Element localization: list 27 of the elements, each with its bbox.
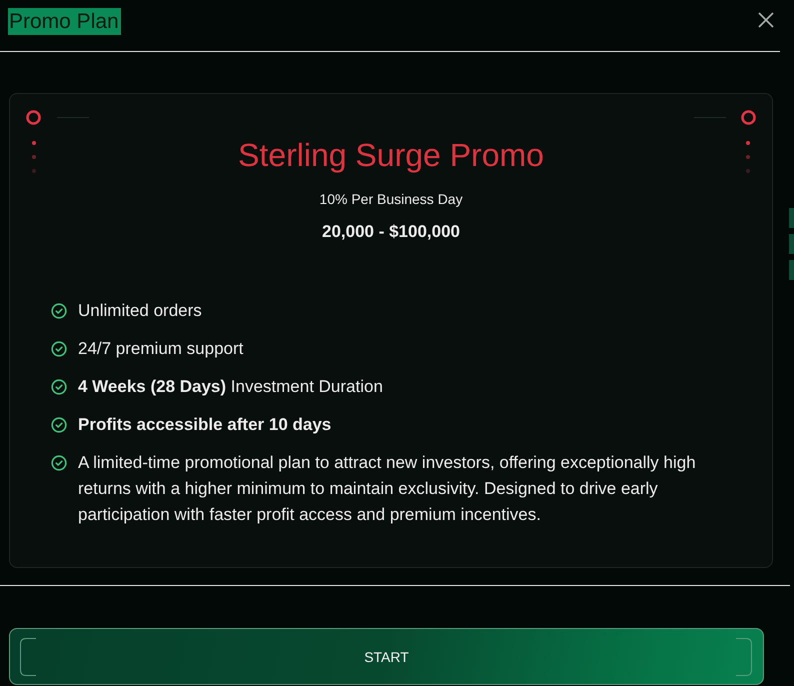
check-circle-icon <box>51 417 67 433</box>
feature-text: A limited-time promotional plan to attract new investors, offering exceptionally high returns with a higher minimum to maintain exclusivity. Designed to drive early participation with faster profit access and premium incentives. <box>78 452 697 526</box>
feature-text: 4 Weeks (28 Days) Investment Duration <box>78 376 383 398</box>
check-circle-icon <box>51 303 67 319</box>
plan-range: 20,000 - $100,000 <box>322 222 460 242</box>
dot-icon <box>32 141 36 145</box>
check-circle-icon <box>51 341 67 357</box>
start-button[interactable]: START <box>9 628 764 685</box>
feature-text: Unlimited orders <box>78 300 202 322</box>
ring-icon <box>741 110 756 125</box>
plan-rate: 10% Per Business Day <box>319 190 463 208</box>
check-circle-icon <box>51 455 67 471</box>
ring-icon <box>26 110 41 125</box>
dot-icon <box>32 155 36 159</box>
dot-icon <box>746 155 750 159</box>
close-icon <box>758 12 774 28</box>
dot-icon <box>746 169 750 173</box>
backdrop-edge-drawing <box>789 208 794 280</box>
bracket-frame-icon <box>20 638 752 676</box>
plan-name: Sterling Surge Promo <box>238 136 544 174</box>
feature-text: 24/7 premium support <box>78 338 244 360</box>
check-circle-icon <box>51 379 67 395</box>
dialog-title: Promo Plan <box>8 8 121 35</box>
dot-icon <box>32 169 36 173</box>
feature-text: Profits accessible after 10 days <box>78 414 332 436</box>
close-button[interactable] <box>758 12 774 28</box>
dot-icon <box>746 141 750 145</box>
